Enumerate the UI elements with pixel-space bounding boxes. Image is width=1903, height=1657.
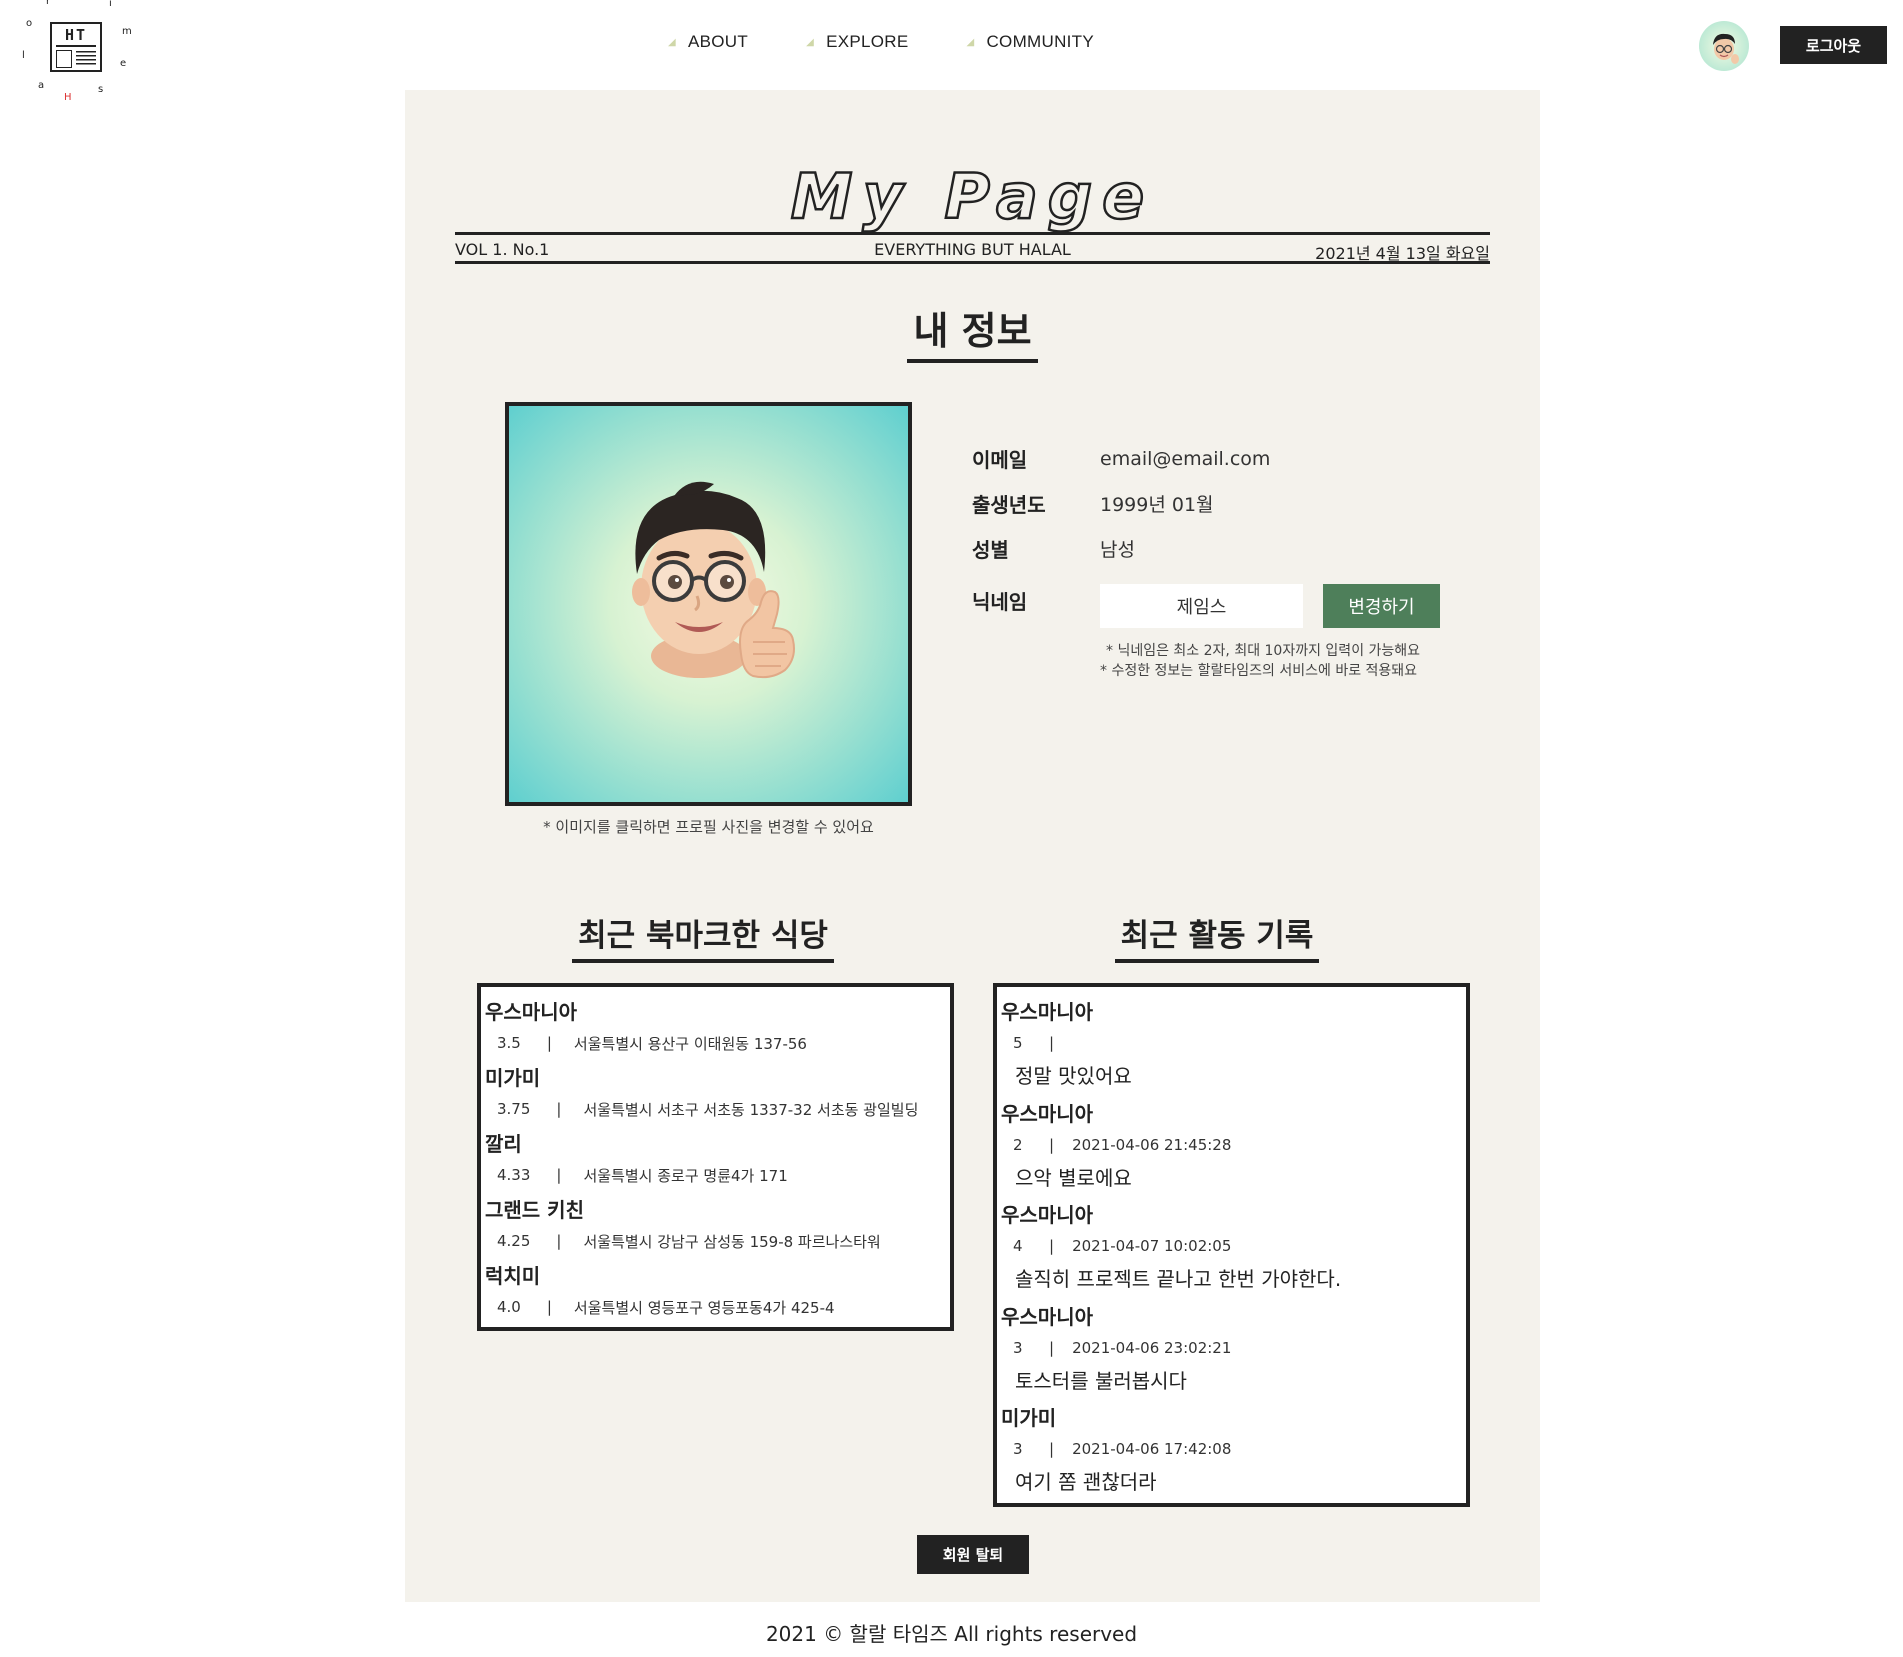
nickname-row: 닉네임 변경하기 [972, 584, 1440, 628]
review-datetime: 2021-04-06 17:42:08 [1072, 1440, 1232, 1458]
restaurant-name: 우스마니아 [1001, 1000, 1093, 1024]
nickname-note-1: * 닉네임은 최소 2자, 최대 10자까지 입력이 가능해요 [1106, 643, 1421, 659]
memoji-profile-icon [632, 481, 795, 679]
nickname-note-2: * 수정한 정보는 할랄타임즈의 서비스에 바로 적용돼요 [1100, 663, 1418, 679]
logout-button[interactable]: 로그아웃 [1780, 26, 1887, 64]
nav-about-label: ABOUT [688, 32, 749, 51]
nickname-input[interactable] [1100, 584, 1303, 628]
memoji-avatar-icon [1713, 33, 1739, 64]
email-label: 이메일 [972, 448, 1028, 472]
restaurant-name: 우스마니아 [485, 1000, 577, 1024]
restaurant-name: 럭치미 [485, 1264, 541, 1288]
activity-section-title: 최근 활동 기록 [977, 910, 1457, 963]
restaurant-name: 그랜드 키친 [485, 1198, 584, 1222]
review-comment: 솔직히 프로젝트 끝나고 한번 가야한다. [1015, 1267, 1342, 1291]
gender-label: 성별 [972, 538, 1009, 562]
rating: 3.5 [497, 1034, 521, 1052]
birth-label: 출생년도 [972, 493, 1046, 517]
list-item[interactable]: 우스마니아 2 | 2021-04-06 21:45:28 으악 별로에요 [1001, 1099, 1466, 1201]
rating: 3.75 [497, 1100, 531, 1118]
site-logo[interactable]: o r i m e s H a l HT [14, 0, 139, 105]
gender-row: 성별 남성 [972, 534, 1135, 563]
rating: 4.25 [497, 1232, 531, 1250]
nav-community-label: COMMUNITY [986, 32, 1095, 51]
list-item[interactable]: 우스마니아 3.5 | 서울특별시 용산구 이태원동 137-56 [485, 997, 950, 1063]
list-item[interactable]: 럭치미 4.0 | 서울특별시 영등포구 영등포동4가 425-4 [485, 1261, 950, 1327]
page-title: My Page [790, 159, 1155, 235]
restaurant-name: 미가미 [485, 1066, 541, 1090]
review-datetime: 2021-04-06 21:45:28 [1072, 1135, 1232, 1154]
bookmark-section-title: 최근 북마크한 식당 [463, 910, 943, 963]
list-item[interactable]: 우스마니아 5 | 정말 맛있어요 [1001, 997, 1466, 1099]
rating: 5 [1013, 1034, 1023, 1052]
review-comment: 정말 맛있어요 [1015, 1064, 1132, 1088]
restaurant-name: 우스마니아 [1001, 1203, 1093, 1227]
email-value: email@email.com [1100, 447, 1271, 470]
nav-community[interactable]: ◢ COMMUNITY [966, 32, 1094, 52]
list-item[interactable]: 깔리 4.33 | 서울특별시 종로구 명륜4가 171 [485, 1129, 950, 1195]
restaurant-name: 우스마니아 [1001, 1304, 1093, 1329]
list-item[interactable]: 미가미 3 | 2021-04-06 17:42:08 여기 쫌 괜찮더라 [1001, 1403, 1466, 1505]
restaurant-name: 우스마니아 [1001, 1101, 1093, 1126]
nav-explore[interactable]: ◢ EXPLORE [806, 32, 908, 52]
activity-list: 우스마니아 5 | 정말 맛있어요 우스마니아 2 | 2021-04-06 2… [993, 983, 1470, 1507]
review-datetime: 2021-04-07 10:02:05 [1072, 1237, 1232, 1255]
birth-row: 출생년도 1999년 01월 [972, 489, 1214, 518]
address: 서울특별시 강남구 삼성동 159-8 파르나스타워 [583, 1232, 881, 1251]
address: 서울특별시 용산구 이태원동 137-56 [573, 1034, 807, 1053]
change-nickname-button[interactable]: 변경하기 [1323, 584, 1440, 628]
review-comment: 으악 별로에요 [1015, 1165, 1132, 1190]
review-comment: 토스터를 불러봅시다 [1015, 1368, 1187, 1393]
rating: 4.0 [497, 1298, 521, 1316]
restaurant-name: 깔리 [485, 1132, 522, 1156]
birth-value: 1999년 01월 [1100, 494, 1214, 516]
email-row: 이메일 email@email.com [972, 444, 1270, 473]
gender-value: 남성 [1100, 539, 1135, 561]
masthead-bar: VOL 1. No.1 EVERYTHING BUT HALAL 2021년 4… [455, 232, 1490, 264]
rating: 4.33 [497, 1166, 531, 1184]
nav-about[interactable]: ◢ ABOUT [668, 32, 748, 52]
rating: 2 [1013, 1135, 1023, 1154]
withdraw-button[interactable]: 회원 탈퇴 [917, 1535, 1029, 1574]
profile-picture[interactable] [505, 402, 912, 806]
nav-explore-label: EXPLORE [826, 32, 909, 51]
address: 서울특별시 종로구 명륜4가 171 [583, 1166, 788, 1185]
main-nav: ◢ ABOUT ◢ EXPLORE ◢ COMMUNITY [668, 32, 1152, 52]
address: 서울특별시 서초구 서초동 1337-32 서초동 광일빌딩 [583, 1100, 919, 1119]
list-item[interactable]: 우스마니아 4 | 2021-04-07 10:02:05 솔직히 프로젝트 끝… [1001, 1200, 1466, 1302]
review-datetime: 2021-04-06 23:02:21 [1072, 1338, 1232, 1357]
rating: 3 [1013, 1440, 1023, 1458]
rating: 4 [1013, 1237, 1023, 1255]
address: 서울특별시 영등포구 영등포동4가 425-4 [573, 1298, 835, 1317]
bookmark-list: 우스마니아 3.5 | 서울특별시 용산구 이태원동 137-56 미가미 3.… [477, 983, 954, 1331]
list-item[interactable]: 미가미 3.75 | 서울특별시 서초구 서초동 1337-32 서초동 광일빌… [485, 1063, 950, 1129]
profile-section-title: 내 정보 [405, 300, 1540, 363]
mypage-paper: My Page VOL 1. No.1 EVERYTHING BUT HALAL… [405, 90, 1540, 1602]
restaurant-name: 미가미 [1001, 1406, 1057, 1430]
nickname-label: 닉네임 [972, 590, 1028, 614]
masthead-date: 2021년 4월 13일 화요일 [1315, 244, 1490, 263]
nav-dot-icon: ◢ [668, 36, 676, 48]
picture-caption: * 이미지를 클릭하면 프로필 사진을 변경할 수 있어요 [543, 818, 874, 836]
nav-dot-icon: ◢ [806, 36, 815, 48]
nav-dot-icon: ◢ [966, 36, 975, 48]
rating: 3 [1013, 1338, 1023, 1357]
logo-text: HT [64, 26, 88, 44]
list-item[interactable]: 우스마니아 3 | 2021-04-06 23:02:21 토스터를 불러봅시다 [1001, 1302, 1466, 1404]
header: o r i m e s H a l HT ◢ ABOUT ◢ EXPLORE ◢… [0, 0, 1903, 103]
user-avatar[interactable] [1699, 21, 1749, 71]
newspaper-icon: HT [50, 22, 102, 72]
review-comment: 여기 쫌 괜찮더라 [1015, 1470, 1157, 1494]
footer: 2021 © 할랄 타임즈 All rights reserved [765, 1622, 1138, 1646]
list-item[interactable]: 그랜드 키친 4.25 | 서울특별시 강남구 삼성동 159-8 파르나스타워 [485, 1195, 950, 1261]
